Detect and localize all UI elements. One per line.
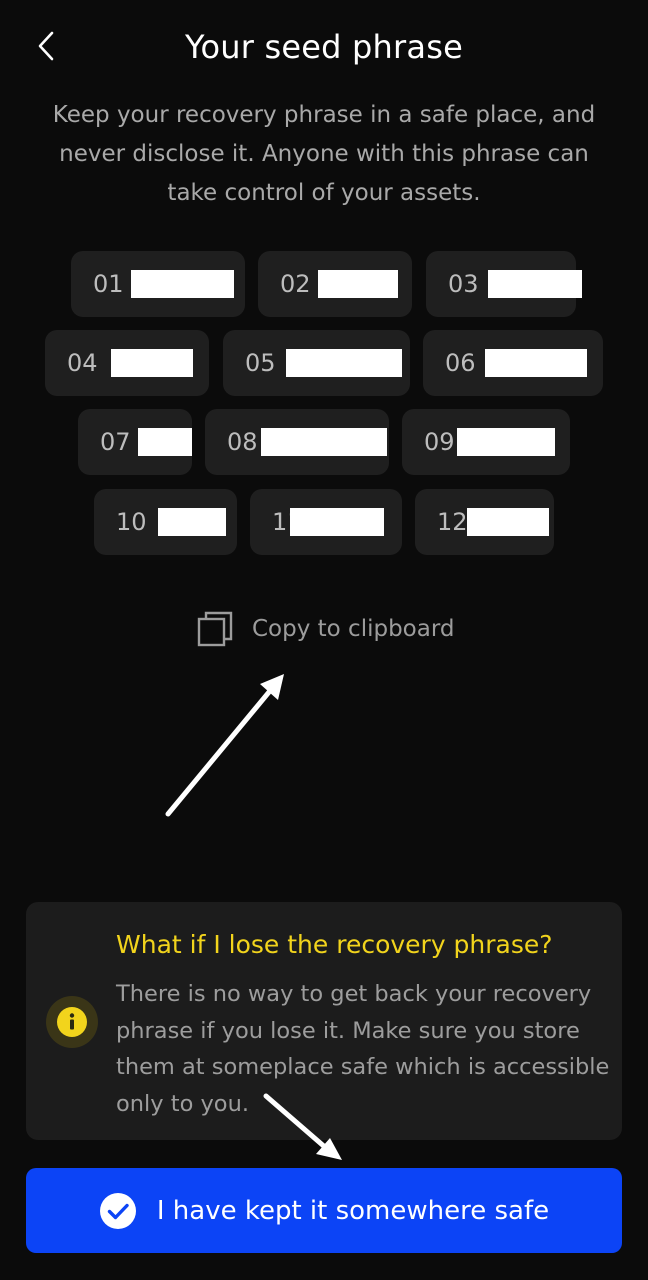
redaction-mask [457, 428, 555, 456]
copy-label: Copy to clipboard [252, 616, 455, 642]
info-icon [46, 996, 98, 1048]
redaction-mask [467, 508, 549, 536]
seed-word-chip[interactable]: 01 [71, 251, 245, 317]
seed-word-chip[interactable]: 06 [423, 330, 603, 396]
seed-word-chip[interactable]: 09 [402, 409, 570, 475]
confirm-kept-safe-button[interactable]: I have kept it somewhere safe [26, 1168, 622, 1253]
redaction-mask [488, 270, 582, 298]
redaction-mask [111, 349, 193, 377]
seed-word-chip[interactable]: 07 [78, 409, 192, 475]
redaction-mask [138, 428, 192, 456]
seed-word-chip[interactable]: 02 [258, 251, 412, 317]
annotation-arrow-icon [165, 674, 284, 817]
page-subtitle: Keep your recovery phrase in a safe plac… [52, 102, 596, 206]
seed-word-chip[interactable]: 10 [94, 489, 237, 555]
check-circle-icon [99, 1192, 136, 1229]
seed-word-chip[interactable]: 03 [426, 251, 582, 317]
seed-word-chip[interactable]: 08 [205, 409, 389, 475]
redaction-mask [158, 508, 226, 536]
warning-body: There is no way to get back your recover… [116, 981, 610, 1117]
seed-word-chip[interactable]: 11 [250, 489, 402, 555]
seed-word-chip[interactable]: 05 [223, 330, 410, 396]
redaction-mask [286, 349, 402, 377]
copy-to-clipboard-button[interactable]: Copy to clipboard [196, 607, 455, 651]
confirm-label: I have kept it somewhere safe [156, 1195, 550, 1226]
redaction-mask [485, 349, 587, 377]
copy-icon [197, 611, 233, 647]
redaction-mask [290, 508, 384, 536]
seed-word-chip[interactable]: 04 [45, 330, 209, 396]
warning-title: What if I lose the recovery phrase? [116, 930, 553, 959]
redaction-mask [261, 428, 387, 456]
redaction-mask [318, 270, 398, 298]
page-title: Your seed phrase [185, 28, 463, 66]
seed-word-chip[interactable]: 12 [415, 489, 554, 555]
redaction-mask [131, 270, 234, 298]
